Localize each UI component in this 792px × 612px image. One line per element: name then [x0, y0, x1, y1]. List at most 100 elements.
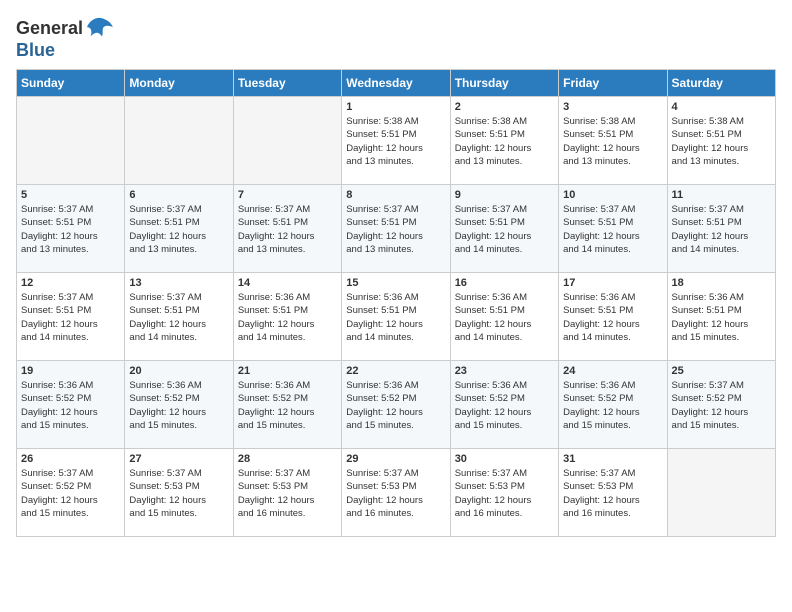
- calendar-cell: 9 Sunrise: 5:37 AM Sunset: 5:51 PM Daylig…: [450, 185, 558, 273]
- day-number: 10: [563, 189, 662, 201]
- day-number: 5: [21, 189, 120, 201]
- day-number: 20: [129, 365, 228, 377]
- weekday-header-sunday: Sunday: [17, 70, 125, 97]
- day-info: Sunrise: 5:37 AM Sunset: 5:52 PM Dayligh…: [21, 467, 120, 520]
- day-info: Sunrise: 5:36 AM Sunset: 5:52 PM Dayligh…: [563, 379, 662, 432]
- calendar-cell: 29 Sunrise: 5:37 AM Sunset: 5:53 PM Dayli…: [342, 449, 450, 537]
- day-info: Sunrise: 5:38 AM Sunset: 5:51 PM Dayligh…: [672, 115, 771, 168]
- day-number: 22: [346, 365, 445, 377]
- calendar-cell: [17, 97, 125, 185]
- day-number: 1: [346, 101, 445, 113]
- calendar-cell: 12 Sunrise: 5:37 AM Sunset: 5:51 PM Dayli…: [17, 273, 125, 361]
- calendar-cell: 24 Sunrise: 5:36 AM Sunset: 5:52 PM Dayli…: [559, 361, 667, 449]
- calendar-week-row: 26 Sunrise: 5:37 AM Sunset: 5:52 PM Dayli…: [17, 449, 776, 537]
- calendar-cell: 23 Sunrise: 5:36 AM Sunset: 5:52 PM Dayli…: [450, 361, 558, 449]
- day-info: Sunrise: 5:37 AM Sunset: 5:51 PM Dayligh…: [129, 291, 228, 344]
- calendar-cell: [233, 97, 341, 185]
- day-info: Sunrise: 5:36 AM Sunset: 5:52 PM Dayligh…: [21, 379, 120, 432]
- day-info: Sunrise: 5:38 AM Sunset: 5:51 PM Dayligh…: [455, 115, 554, 168]
- day-number: 14: [238, 277, 337, 289]
- day-number: 12: [21, 277, 120, 289]
- day-info: Sunrise: 5:38 AM Sunset: 5:51 PM Dayligh…: [563, 115, 662, 168]
- page-header: GeneralBlue: [16, 16, 776, 61]
- day-info: Sunrise: 5:37 AM Sunset: 5:51 PM Dayligh…: [455, 203, 554, 256]
- calendar-cell: 30Sunrise: 5:37 AM Sunset: 5:53 PM Dayli…: [450, 449, 558, 537]
- day-info: Sunrise: 5:36 AM Sunset: 5:52 PM Dayligh…: [346, 379, 445, 432]
- calendar-cell: 31Sunrise: 5:37 AM Sunset: 5:53 PM Dayli…: [559, 449, 667, 537]
- day-number: 6: [129, 189, 228, 201]
- calendar-cell: 25 Sunrise: 5:37 AM Sunset: 5:52 PM Dayli…: [667, 361, 775, 449]
- day-info: Sunrise: 5:36 AM Sunset: 5:52 PM Dayligh…: [129, 379, 228, 432]
- weekday-header-wednesday: Wednesday: [342, 70, 450, 97]
- day-number: 24: [563, 365, 662, 377]
- day-info: Sunrise: 5:37 AM Sunset: 5:51 PM Dayligh…: [21, 291, 120, 344]
- calendar-week-row: 12 Sunrise: 5:37 AM Sunset: 5:51 PM Dayli…: [17, 273, 776, 361]
- calendar-cell: 4 Sunrise: 5:38 AM Sunset: 5:51 PM Daylig…: [667, 97, 775, 185]
- calendar-cell: 28 Sunrise: 5:37 AM Sunset: 5:53 PM Dayli…: [233, 449, 341, 537]
- calendar-cell: 16 Sunrise: 5:36 AM Sunset: 5:51 PM Dayli…: [450, 273, 558, 361]
- day-info: Sunrise: 5:37 AM Sunset: 5:51 PM Dayligh…: [346, 203, 445, 256]
- logo-general: General: [16, 18, 83, 39]
- day-number: 27: [129, 453, 228, 465]
- calendar-cell: 15Sunrise: 5:36 AM Sunset: 5:51 PM Dayli…: [342, 273, 450, 361]
- day-info: Sunrise: 5:37 AM Sunset: 5:52 PM Dayligh…: [672, 379, 771, 432]
- day-number: 9: [455, 189, 554, 201]
- day-number: 17: [563, 277, 662, 289]
- day-number: 16: [455, 277, 554, 289]
- weekday-header-row: SundayMondayTuesdayWednesdayThursdayFrid…: [17, 70, 776, 97]
- calendar-cell: 19 Sunrise: 5:36 AM Sunset: 5:52 PM Dayli…: [17, 361, 125, 449]
- calendar-cell: 8Sunrise: 5:37 AM Sunset: 5:51 PM Daylig…: [342, 185, 450, 273]
- calendar-week-row: 19 Sunrise: 5:36 AM Sunset: 5:52 PM Dayli…: [17, 361, 776, 449]
- calendar-cell: 1 Sunrise: 5:38 AM Sunset: 5:51 PM Daylig…: [342, 97, 450, 185]
- day-info: Sunrise: 5:36 AM Sunset: 5:51 PM Dayligh…: [455, 291, 554, 344]
- day-number: 29: [346, 453, 445, 465]
- calendar-cell: 6 Sunrise: 5:37 AM Sunset: 5:51 PM Daylig…: [125, 185, 233, 273]
- calendar-cell: 7Sunrise: 5:37 AM Sunset: 5:51 PM Daylig…: [233, 185, 341, 273]
- day-info: Sunrise: 5:37 AM Sunset: 5:53 PM Dayligh…: [129, 467, 228, 520]
- calendar-cell: 11 Sunrise: 5:37 AM Sunset: 5:51 PM Dayli…: [667, 185, 775, 273]
- day-number: 21: [238, 365, 337, 377]
- day-info: Sunrise: 5:38 AM Sunset: 5:51 PM Dayligh…: [346, 115, 445, 168]
- day-info: Sunrise: 5:36 AM Sunset: 5:52 PM Dayligh…: [455, 379, 554, 432]
- weekday-header-tuesday: Tuesday: [233, 70, 341, 97]
- day-info: Sunrise: 5:36 AM Sunset: 5:51 PM Dayligh…: [563, 291, 662, 344]
- day-number: 11: [672, 189, 771, 201]
- weekday-header-friday: Friday: [559, 70, 667, 97]
- calendar-cell: 2 Sunrise: 5:38 AM Sunset: 5:51 PM Daylig…: [450, 97, 558, 185]
- day-number: 13: [129, 277, 228, 289]
- calendar-cell: 22 Sunrise: 5:36 AM Sunset: 5:52 PM Dayli…: [342, 361, 450, 449]
- day-number: 26: [21, 453, 120, 465]
- calendar-table: SundayMondayTuesdayWednesdayThursdayFrid…: [16, 69, 776, 537]
- day-info: Sunrise: 5:37 AM Sunset: 5:51 PM Dayligh…: [672, 203, 771, 256]
- day-number: 23: [455, 365, 554, 377]
- day-info: Sunrise: 5:36 AM Sunset: 5:52 PM Dayligh…: [238, 379, 337, 432]
- calendar-cell: [667, 449, 775, 537]
- calendar-cell: 3 Sunrise: 5:38 AM Sunset: 5:51 PM Daylig…: [559, 97, 667, 185]
- day-number: 18: [672, 277, 771, 289]
- day-number: 28: [238, 453, 337, 465]
- calendar-cell: 17 Sunrise: 5:36 AM Sunset: 5:51 PM Dayli…: [559, 273, 667, 361]
- weekday-header-monday: Monday: [125, 70, 233, 97]
- calendar-week-row: 5 Sunrise: 5:37 AM Sunset: 5:51 PM Daylig…: [17, 185, 776, 273]
- weekday-header-saturday: Saturday: [667, 70, 775, 97]
- day-info: Sunrise: 5:36 AM Sunset: 5:51 PM Dayligh…: [346, 291, 445, 344]
- calendar-week-row: 1 Sunrise: 5:38 AM Sunset: 5:51 PM Daylig…: [17, 97, 776, 185]
- logo-bird-icon: [85, 16, 113, 40]
- day-info: Sunrise: 5:36 AM Sunset: 5:51 PM Dayligh…: [238, 291, 337, 344]
- day-info: Sunrise: 5:37 AM Sunset: 5:51 PM Dayligh…: [238, 203, 337, 256]
- calendar-cell: 18 Sunrise: 5:36 AM Sunset: 5:51 PM Dayli…: [667, 273, 775, 361]
- day-number: 4: [672, 101, 771, 113]
- day-number: 19: [21, 365, 120, 377]
- day-info: Sunrise: 5:37 AM Sunset: 5:51 PM Dayligh…: [129, 203, 228, 256]
- day-info: Sunrise: 5:36 AM Sunset: 5:51 PM Dayligh…: [672, 291, 771, 344]
- day-info: Sunrise: 5:37 AM Sunset: 5:53 PM Dayligh…: [238, 467, 337, 520]
- calendar-cell: [125, 97, 233, 185]
- day-number: 2: [455, 101, 554, 113]
- day-number: 31: [563, 453, 662, 465]
- day-number: 25: [672, 365, 771, 377]
- calendar-cell: 10Sunrise: 5:37 AM Sunset: 5:51 PM Dayli…: [559, 185, 667, 273]
- day-info: Sunrise: 5:37 AM Sunset: 5:53 PM Dayligh…: [455, 467, 554, 520]
- calendar-cell: 13 Sunrise: 5:37 AM Sunset: 5:51 PM Dayli…: [125, 273, 233, 361]
- day-info: Sunrise: 5:37 AM Sunset: 5:53 PM Dayligh…: [346, 467, 445, 520]
- day-number: 3: [563, 101, 662, 113]
